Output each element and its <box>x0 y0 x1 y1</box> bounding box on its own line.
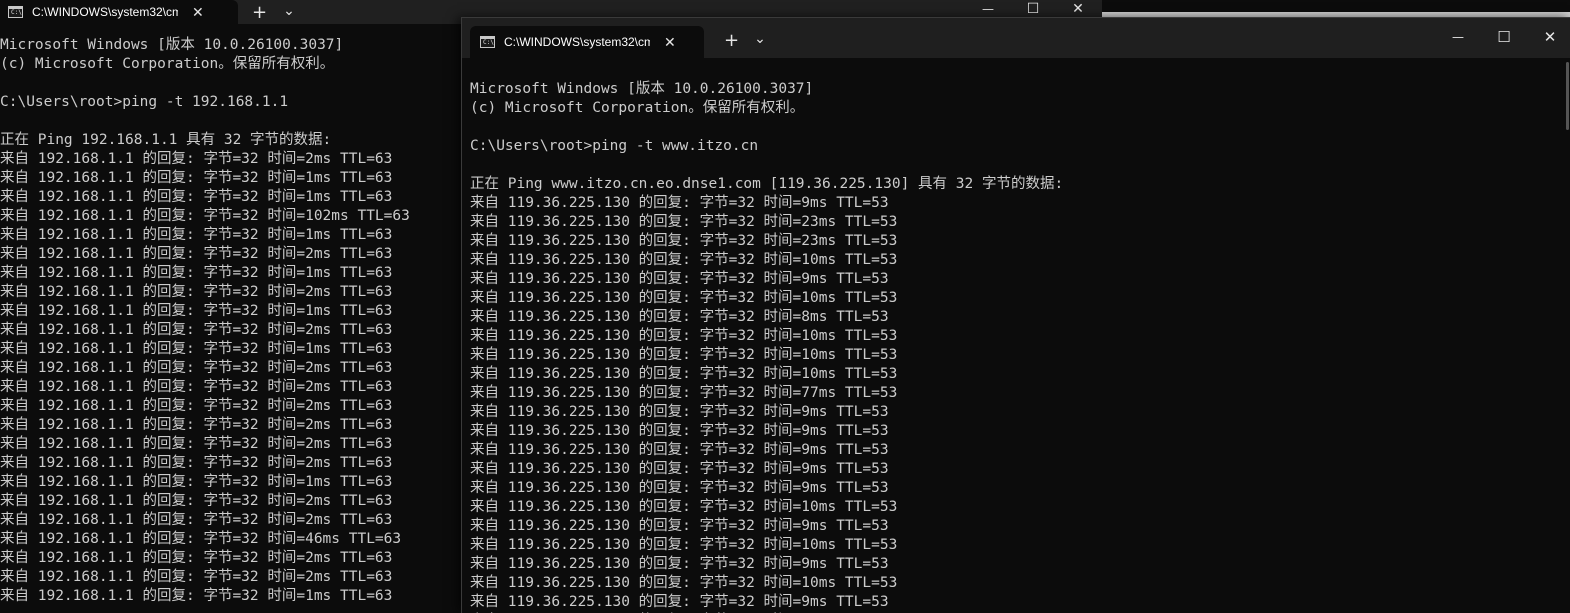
minimize-button[interactable]: — <box>978 2 998 16</box>
title-bar[interactable]: C:\ C:\WINDOWS\system32\cmd.e ✕ + ⌄ — ☐ … <box>462 18 1570 58</box>
cmd-icon: C:\ <box>480 36 495 48</box>
console-line: (c) Microsoft Corporation。保留所有权利。 <box>470 100 805 116</box>
maximize-button[interactable]: ☐ <box>1023 1 1043 17</box>
minimize-button[interactable]: — <box>1447 30 1469 44</box>
console-line: 来自 119.36.225.130 的回复: 字节=32 时间=77ms TTL… <box>470 385 898 401</box>
console-line: 来自 119.36.225.130 的回复: 字节=32 时间=8ms TTL=… <box>470 309 889 325</box>
tab-close-icon[interactable]: ✕ <box>664 35 676 49</box>
console-line: 来自 119.36.225.130 的回复: 字节=32 时间=23ms TTL… <box>470 214 898 230</box>
console-line: 来自 119.36.225.130 的回复: 字节=32 时间=9ms TTL=… <box>470 461 889 477</box>
tab-title: C:\WINDOWS\system32\cmd.e <box>504 35 650 49</box>
console-line: 来自 119.36.225.130 的回复: 字节=32 时间=9ms TTL=… <box>470 480 889 496</box>
cmd-icon: C:\ <box>8 6 23 18</box>
console-line: 来自 119.36.225.130 的回复: 字节=32 时间=9ms TTL=… <box>470 271 889 287</box>
new-tab-button[interactable]: + <box>724 32 739 50</box>
console-line: Microsoft Windows [版本 10.0.26100.3037] <box>470 81 814 97</box>
tab-cmd[interactable]: C:\ C:\WINDOWS\system32\cmd.e ✕ <box>470 26 704 58</box>
console-line: 来自 119.36.225.130 的回复: 字节=32 时间=9ms TTL=… <box>470 195 889 211</box>
tab-cmd[interactable]: C:\ C:\WINDOWS\system32\cmd.e ✕ <box>0 0 238 24</box>
console-line: 来自 119.36.225.130 的回复: 字节=32 时间=9ms TTL=… <box>470 594 889 610</box>
console-line: 来自 119.36.225.130 的回复: 字节=32 时间=9ms TTL=… <box>470 556 889 572</box>
console-line: 来自 119.36.225.130 的回复: 字节=32 时间=9ms TTL=… <box>470 423 889 439</box>
console-line: C:\Users\root>ping -t www.itzo.cn <box>470 138 759 154</box>
console-line: 来自 119.36.225.130 的回复: 字节=32 时间=10ms TTL… <box>470 328 898 344</box>
console-line: 来自 119.36.225.130 的回复: 字节=32 时间=9ms TTL=… <box>470 518 889 534</box>
console-line: 来自 119.36.225.130 的回复: 字节=32 时间=9ms TTL=… <box>470 442 889 458</box>
console-line: 来自 119.36.225.130 的回复: 字节=32 时间=23ms TTL… <box>470 233 898 249</box>
close-window-button[interactable]: ✕ <box>1539 28 1561 46</box>
console-output[interactable]: Microsoft Windows [版本 10.0.26100.3037] (c… <box>462 80 1570 613</box>
console-line: 来自 119.36.225.130 的回复: 字节=32 时间=10ms TTL… <box>470 252 898 268</box>
maximize-button[interactable]: ☐ <box>1493 28 1515 46</box>
console-line: 来自 119.36.225.130 的回复: 字节=32 时间=10ms TTL… <box>470 499 898 515</box>
console-line: 来自 119.36.225.130 的回复: 字节=32 时间=10ms TTL… <box>470 575 898 591</box>
tab-title: C:\WINDOWS\system32\cmd.e <box>32 5 178 19</box>
scrollbar-thumb[interactable] <box>1566 62 1569 130</box>
tab-dropdown-button[interactable]: ⌄ <box>753 32 767 46</box>
console-line: 来自 119.36.225.130 的回复: 字节=32 时间=10ms TTL… <box>470 537 898 553</box>
console-line: 来自 119.36.225.130 的回复: 字节=32 时间=9ms TTL=… <box>470 404 889 420</box>
tab-dropdown-button[interactable]: ⌄ <box>282 4 296 18</box>
console-line: 来自 119.36.225.130 的回复: 字节=32 时间=10ms TTL… <box>470 347 898 363</box>
terminal-window-ping-site[interactable]: C:\ C:\WINDOWS\system32\cmd.e ✕ + ⌄ — ☐ … <box>461 17 1570 613</box>
console-line: 正在 Ping www.itzo.cn.eo.dnse1.com [119.36… <box>470 176 1064 192</box>
tab-close-icon[interactable]: ✕ <box>192 5 204 19</box>
new-tab-button[interactable]: + <box>252 4 267 22</box>
console-line: 来自 119.36.225.130 的回复: 字节=32 时间=10ms TTL… <box>470 366 898 382</box>
close-window-button[interactable]: ✕ <box>1068 1 1088 17</box>
console-line: 来自 119.36.225.130 的回复: 字节=32 时间=10ms TTL… <box>470 290 898 306</box>
